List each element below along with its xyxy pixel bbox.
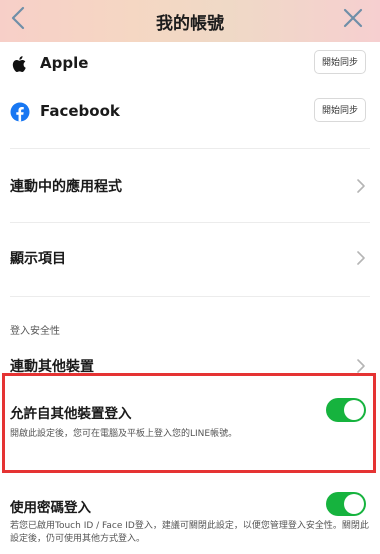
linked-apps-label: 連動中的應用程式	[10, 179, 122, 195]
highlight-annotation-box	[2, 373, 376, 473]
page-title: 我的帳號	[156, 14, 224, 34]
facebook-label: Facebook	[40, 102, 120, 120]
password-login-title: 使用密碼登入	[10, 500, 91, 516]
facebook-icon	[10, 102, 30, 122]
display-items-row[interactable]: 顯示項目	[0, 238, 380, 278]
section-header-login-security: 登入安全性	[10, 326, 60, 337]
account-row-facebook: Facebook 開始同步	[0, 92, 380, 132]
password-login-toggle[interactable]	[326, 492, 366, 516]
chevron-right-icon	[357, 179, 365, 193]
apple-label: Apple	[40, 54, 89, 72]
link-devices-row[interactable]: 連動其他裝置	[0, 348, 380, 375]
display-items-label: 顯示項目	[10, 251, 66, 267]
divider	[10, 148, 370, 149]
password-login-desc: 若您已啟用Touch ID / Face ID登入，建議可關閉此設定，以便您管理…	[10, 521, 369, 544]
toggle-knob	[344, 494, 364, 514]
chevron-right-icon	[357, 359, 365, 373]
divider	[10, 222, 370, 223]
linked-apps-row[interactable]: 連動中的應用程式	[0, 166, 380, 206]
apple-sync-button[interactable]: 開始同步	[314, 50, 366, 74]
divider	[10, 296, 370, 297]
header-bar: 我的帳號	[0, 0, 380, 42]
facebook-sync-button[interactable]: 開始同步	[314, 98, 366, 122]
apple-icon	[12, 56, 26, 72]
account-row-apple: Apple 開始同步	[0, 44, 380, 84]
chevron-right-icon	[357, 251, 365, 265]
close-icon[interactable]	[342, 7, 364, 29]
